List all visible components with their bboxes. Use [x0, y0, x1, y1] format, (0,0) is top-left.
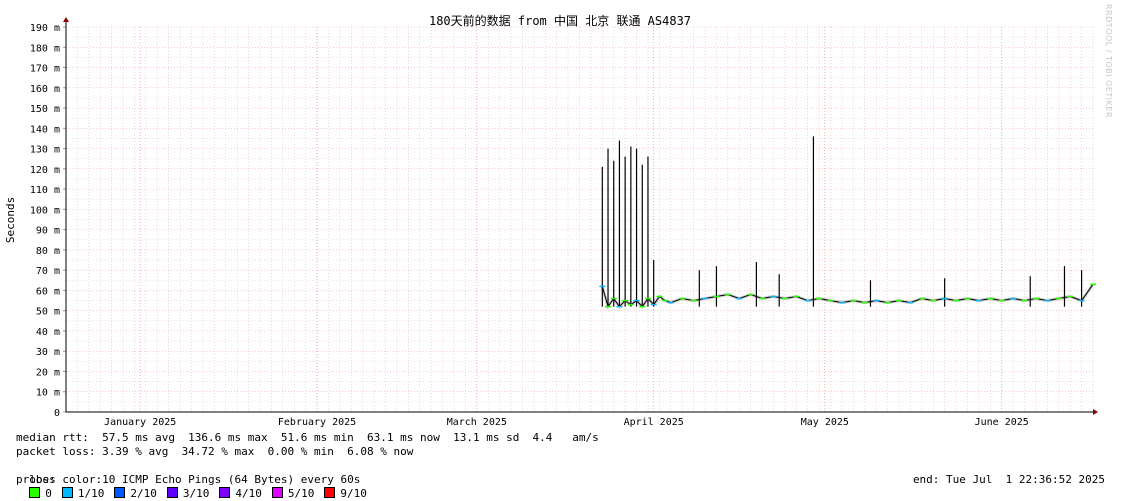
y-tick-label: 100 m [30, 205, 60, 216]
end-time: end: Tue Jul 1 22:36:52 2025 [912, 473, 1105, 486]
latency-chart: 180天前的数据 from 中国 北京 联通 AS4837 Seconds 0 1… [4, 13, 1098, 428]
y-tick-label: 110 m [30, 185, 60, 196]
packet-loss-line: packet loss: 3.39 % avg 34.72 % max 0.00… [16, 445, 414, 458]
y-tick-label: 180 m [30, 43, 60, 54]
median-rtt-line: median rtt: 57.5 ms avg 136.6 ms max 51.… [16, 431, 599, 444]
y-tick-label: 140 m [30, 124, 60, 135]
x-tick-label: March 2025 [447, 417, 507, 428]
y-tick-label: 90 m [36, 226, 60, 237]
y-tick-label: 40 m [36, 327, 60, 338]
loss-color-swatch [61, 487, 73, 498]
y-tick-label: 70 m [36, 266, 60, 277]
grid [65, 26, 1094, 413]
x-tick-label: January 2025 [104, 417, 176, 428]
y-tick-label: 20 m [36, 367, 60, 378]
x-axis: January 2025 February 2025 March 2025 April… [104, 417, 1029, 428]
loss-color-swatch [271, 487, 283, 498]
loss-color-swatch [219, 487, 231, 498]
y-tick-label: 160 m [30, 84, 60, 95]
y-tick-label: 30 m [36, 347, 60, 358]
series-group [599, 136, 1096, 311]
loss-color-swatch [29, 487, 41, 498]
x-tick-label: February 2025 [278, 417, 356, 428]
loss-color-swatch [324, 487, 336, 498]
loss-color-swatch [166, 487, 178, 498]
y-tick-label: 190 m [30, 23, 60, 34]
y-tick-label: 60 m [36, 286, 60, 297]
probe-line: probe: 10 ICMP Echo Pings (64 Bytes) eve… [16, 473, 361, 486]
y-tick-label: 0 [54, 408, 60, 419]
loss-color-swatch [114, 487, 126, 498]
x-tick-label: June 2025 [975, 417, 1029, 428]
y-axis: 0 10 m 20 m 30 m 40 m 50 m 60 m 70 m 80 m 90 m 100… [30, 23, 66, 419]
x-axis-arrow [1093, 409, 1098, 415]
y-tick-label: 10 m [36, 388, 60, 399]
chart-title: 180天前的数据 from 中国 北京 联通 AS4837 [429, 13, 691, 28]
axes [63, 17, 1098, 415]
rrdtool-watermark: RRDTOOL / TOBI OETIKER [1104, 4, 1113, 119]
series-line [601, 284, 1094, 308]
series-smoke [600, 283, 1095, 311]
x-tick-label: May 2025 [801, 417, 849, 428]
y-tick-label: 80 m [36, 246, 60, 257]
x-tick-label: April 2025 [624, 417, 684, 428]
y-tick-label: 150 m [30, 104, 60, 115]
y-axis-arrow [63, 17, 69, 22]
y-tick-label: 50 m [36, 307, 60, 318]
y-tick-label: 170 m [30, 64, 60, 75]
y-tick-label: 120 m [30, 165, 60, 176]
y-tick-label: 130 m [30, 145, 60, 156]
y-axis-label: Seconds [4, 197, 17, 243]
